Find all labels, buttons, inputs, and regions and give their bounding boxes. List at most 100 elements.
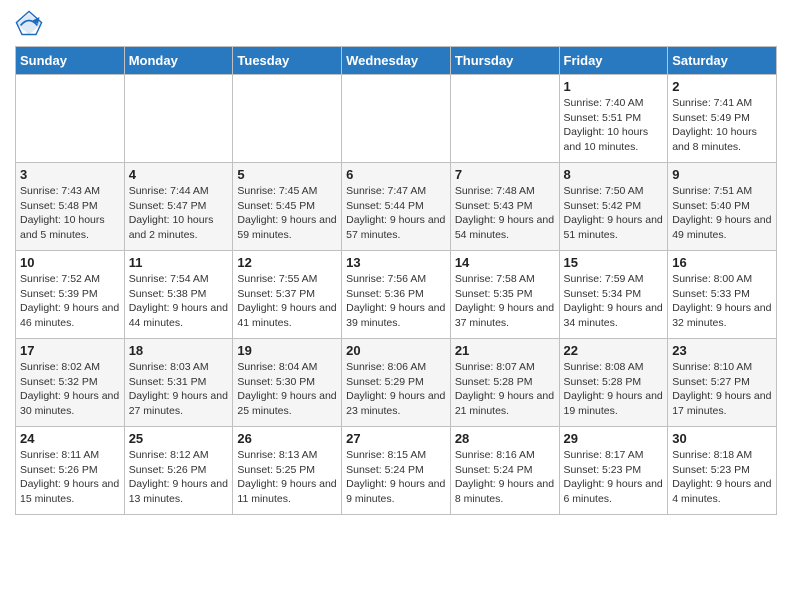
calendar-cell: 9Sunrise: 7:51 AM Sunset: 5:40 PM Daylig… xyxy=(668,163,777,251)
day-info: Sunrise: 8:12 AM Sunset: 5:26 PM Dayligh… xyxy=(129,448,229,507)
day-info: Sunrise: 8:15 AM Sunset: 5:24 PM Dayligh… xyxy=(346,448,446,507)
calendar-cell xyxy=(342,75,451,163)
day-info: Sunrise: 7:44 AM Sunset: 5:47 PM Dayligh… xyxy=(129,184,229,243)
day-number: 10 xyxy=(20,255,120,270)
day-number: 4 xyxy=(129,167,229,182)
calendar-cell: 1 Sunrise: 7:40 AM Sunset: 5:51 PM Daylig… xyxy=(559,75,668,163)
day-number: 29 xyxy=(564,431,664,446)
calendar-week-row: 24 Sunrise: 8:11 AM Sunset: 5:26 PM Dayli… xyxy=(16,427,777,515)
day-info: Sunrise: 8:17 AM Sunset: 5:23 PM Dayligh… xyxy=(564,448,664,507)
day-number: 2 xyxy=(672,79,772,94)
day-info: Sunrise: 7:50 AM Sunset: 5:42 PM Dayligh… xyxy=(564,184,664,243)
day-info: Sunrise: 8:11 AM Sunset: 5:26 PM Dayligh… xyxy=(20,448,120,507)
page: SundayMondayTuesdayWednesdayThursdayFrid… xyxy=(0,0,792,525)
calendar-cell: 23Sunrise: 8:10 AM Sunset: 5:27 PM Dayli… xyxy=(668,339,777,427)
calendar-table: SundayMondayTuesdayWednesdayThursdayFrid… xyxy=(15,46,777,515)
calendar-week-row: 10 Sunrise: 7:52 AM Sunset: 5:39 PM Dayli… xyxy=(16,251,777,339)
calendar-cell: 28 Sunrise: 8:16 AM Sunset: 5:24 PM Dayli… xyxy=(450,427,559,515)
day-info: Sunrise: 7:51 AM Sunset: 5:40 PM Dayligh… xyxy=(672,184,772,243)
day-number: 13 xyxy=(346,255,446,270)
calendar-cell: 12 Sunrise: 7:55 AM Sunset: 5:37 PM Dayli… xyxy=(233,251,342,339)
calendar-cell: 20 Sunrise: 8:06 AM Sunset: 5:29 PM Dayli… xyxy=(342,339,451,427)
header xyxy=(15,10,777,38)
calendar-cell: 5Sunrise: 7:45 AM Sunset: 5:45 PM Daylig… xyxy=(233,163,342,251)
day-number: 17 xyxy=(20,343,120,358)
day-info: Sunrise: 7:45 AM Sunset: 5:45 PM Dayligh… xyxy=(237,184,337,243)
day-info: Sunrise: 7:43 AM Sunset: 5:48 PM Dayligh… xyxy=(20,184,120,243)
calendar-cell: 14Sunrise: 7:58 AM Sunset: 5:35 PM Dayli… xyxy=(450,251,559,339)
day-header-tuesday: Tuesday xyxy=(233,47,342,75)
calendar-cell: 18Sunrise: 8:03 AM Sunset: 5:31 PM Dayli… xyxy=(124,339,233,427)
calendar-cell xyxy=(124,75,233,163)
day-info: Sunrise: 7:54 AM Sunset: 5:38 PM Dayligh… xyxy=(129,272,229,331)
calendar-cell: 25 Sunrise: 8:12 AM Sunset: 5:26 PM Dayli… xyxy=(124,427,233,515)
day-header-friday: Friday xyxy=(559,47,668,75)
day-number: 20 xyxy=(346,343,446,358)
day-info: Sunrise: 8:13 AM Sunset: 5:25 PM Dayligh… xyxy=(237,448,337,507)
calendar-cell: 10 Sunrise: 7:52 AM Sunset: 5:39 PM Dayli… xyxy=(16,251,125,339)
calendar-cell: 15Sunrise: 7:59 AM Sunset: 5:34 PM Dayli… xyxy=(559,251,668,339)
calendar-cell xyxy=(233,75,342,163)
calendar-cell: 26 Sunrise: 8:13 AM Sunset: 5:25 PM Dayli… xyxy=(233,427,342,515)
day-info: Sunrise: 8:18 AM Sunset: 5:23 PM Dayligh… xyxy=(672,448,772,507)
day-number: 8 xyxy=(564,167,664,182)
calendar-cell: 16 Sunrise: 8:00 AM Sunset: 5:33 PM Dayli… xyxy=(668,251,777,339)
day-header-thursday: Thursday xyxy=(450,47,559,75)
day-header-wednesday: Wednesday xyxy=(342,47,451,75)
calendar-week-row: 17 Sunrise: 8:02 AM Sunset: 5:32 PM Dayli… xyxy=(16,339,777,427)
day-number: 1 xyxy=(564,79,664,94)
day-number: 6 xyxy=(346,167,446,182)
day-info: Sunrise: 8:00 AM Sunset: 5:33 PM Dayligh… xyxy=(672,272,772,331)
calendar-week-row: 1 Sunrise: 7:40 AM Sunset: 5:51 PM Daylig… xyxy=(16,75,777,163)
day-number: 30 xyxy=(672,431,772,446)
day-number: 21 xyxy=(455,343,555,358)
day-number: 7 xyxy=(455,167,555,182)
day-number: 23 xyxy=(672,343,772,358)
calendar-cell: 30 Sunrise: 8:18 AM Sunset: 5:23 PM Dayli… xyxy=(668,427,777,515)
day-number: 24 xyxy=(20,431,120,446)
calendar-cell xyxy=(16,75,125,163)
day-info: Sunrise: 7:40 AM Sunset: 5:51 PM Dayligh… xyxy=(564,96,664,155)
day-info: Sunrise: 7:47 AM Sunset: 5:44 PM Dayligh… xyxy=(346,184,446,243)
calendar-cell: 13 Sunrise: 7:56 AM Sunset: 5:36 PM Dayli… xyxy=(342,251,451,339)
calendar-cell: 24 Sunrise: 8:11 AM Sunset: 5:26 PM Dayli… xyxy=(16,427,125,515)
day-number: 27 xyxy=(346,431,446,446)
day-number: 26 xyxy=(237,431,337,446)
day-info: Sunrise: 7:48 AM Sunset: 5:43 PM Dayligh… xyxy=(455,184,555,243)
day-info: Sunrise: 8:16 AM Sunset: 5:24 PM Dayligh… xyxy=(455,448,555,507)
day-number: 28 xyxy=(455,431,555,446)
calendar-cell xyxy=(450,75,559,163)
day-info: Sunrise: 8:02 AM Sunset: 5:32 PM Dayligh… xyxy=(20,360,120,419)
calendar-cell: 8 Sunrise: 7:50 AM Sunset: 5:42 PM Daylig… xyxy=(559,163,668,251)
day-header-saturday: Saturday xyxy=(668,47,777,75)
day-number: 16 xyxy=(672,255,772,270)
day-info: Sunrise: 7:52 AM Sunset: 5:39 PM Dayligh… xyxy=(20,272,120,331)
calendar-cell: 4 Sunrise: 7:44 AM Sunset: 5:47 PM Daylig… xyxy=(124,163,233,251)
day-info: Sunrise: 7:58 AM Sunset: 5:35 PM Dayligh… xyxy=(455,272,555,331)
day-number: 22 xyxy=(564,343,664,358)
day-info: Sunrise: 8:08 AM Sunset: 5:28 PM Dayligh… xyxy=(564,360,664,419)
calendar-week-row: 3Sunrise: 7:43 AM Sunset: 5:48 PM Daylig… xyxy=(16,163,777,251)
logo xyxy=(15,10,45,38)
day-info: Sunrise: 8:04 AM Sunset: 5:30 PM Dayligh… xyxy=(237,360,337,419)
day-info: Sunrise: 8:06 AM Sunset: 5:29 PM Dayligh… xyxy=(346,360,446,419)
day-info: Sunrise: 7:59 AM Sunset: 5:34 PM Dayligh… xyxy=(564,272,664,331)
calendar-cell: 21 Sunrise: 8:07 AM Sunset: 5:28 PM Dayli… xyxy=(450,339,559,427)
day-number: 19 xyxy=(237,343,337,358)
day-info: Sunrise: 8:03 AM Sunset: 5:31 PM Dayligh… xyxy=(129,360,229,419)
calendar-cell: 17 Sunrise: 8:02 AM Sunset: 5:32 PM Dayli… xyxy=(16,339,125,427)
day-number: 25 xyxy=(129,431,229,446)
calendar-cell: 7 Sunrise: 7:48 AM Sunset: 5:43 PM Daylig… xyxy=(450,163,559,251)
day-info: Sunrise: 8:07 AM Sunset: 5:28 PM Dayligh… xyxy=(455,360,555,419)
day-header-sunday: Sunday xyxy=(16,47,125,75)
calendar-cell: 11 Sunrise: 7:54 AM Sunset: 5:38 PM Dayli… xyxy=(124,251,233,339)
calendar-cell: 22 Sunrise: 8:08 AM Sunset: 5:28 PM Dayli… xyxy=(559,339,668,427)
calendar-cell: 19 Sunrise: 8:04 AM Sunset: 5:30 PM Dayli… xyxy=(233,339,342,427)
day-number: 11 xyxy=(129,255,229,270)
day-number: 12 xyxy=(237,255,337,270)
calendar-cell: 29 Sunrise: 8:17 AM Sunset: 5:23 PM Dayli… xyxy=(559,427,668,515)
day-info: Sunrise: 7:56 AM Sunset: 5:36 PM Dayligh… xyxy=(346,272,446,331)
calendar-cell: 27 Sunrise: 8:15 AM Sunset: 5:24 PM Dayli… xyxy=(342,427,451,515)
day-info: Sunrise: 7:55 AM Sunset: 5:37 PM Dayligh… xyxy=(237,272,337,331)
logo-icon xyxy=(15,10,43,38)
